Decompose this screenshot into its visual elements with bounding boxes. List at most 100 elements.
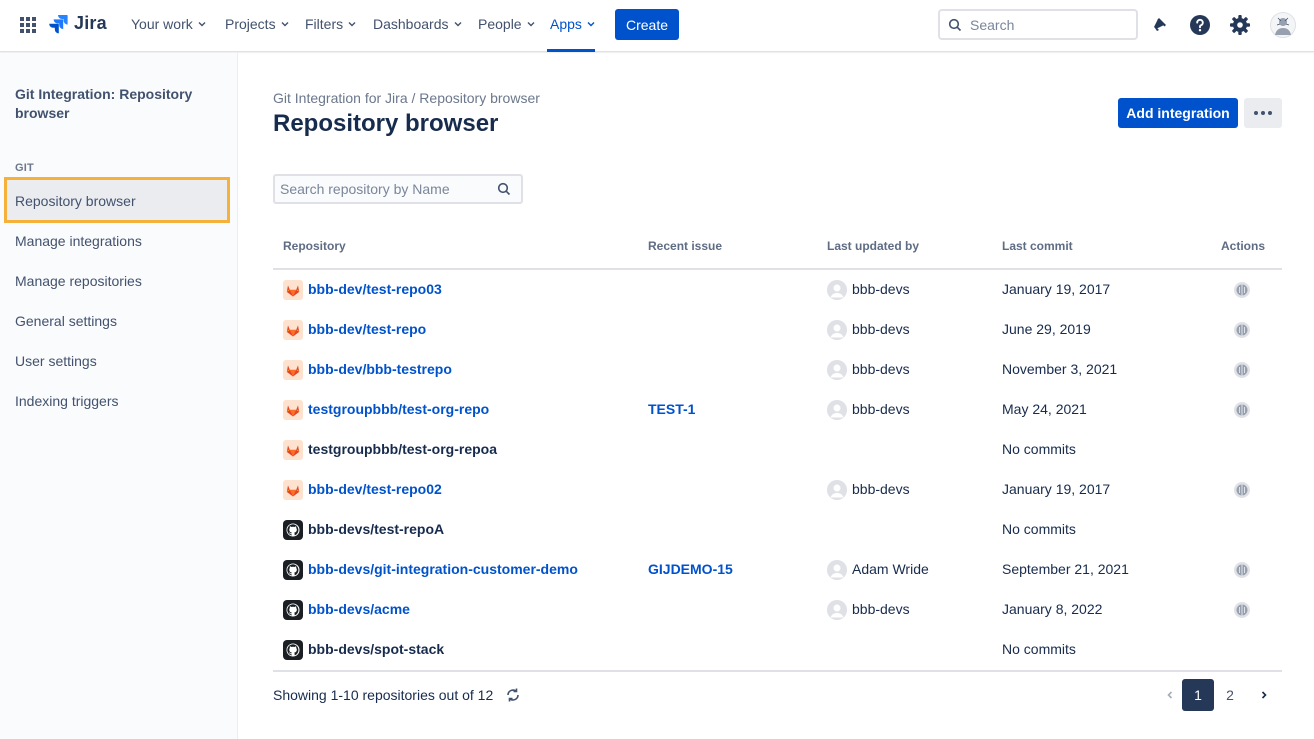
sidebar-section-git: GIT <box>15 162 34 174</box>
table-row: bbb-devs/spot-stack No commits <box>273 630 1282 670</box>
github-icon <box>283 600 303 620</box>
repository-action-icon[interactable] <box>1233 481 1251 499</box>
nav-label: Projects <box>225 16 276 32</box>
add-integration-button[interactable]: Add integration <box>1118 98 1238 128</box>
refresh-icon[interactable] <box>505 687 521 703</box>
profile-avatar[interactable] <box>1270 12 1296 38</box>
nav-apps[interactable]: Apps <box>550 16 596 32</box>
nav-filters[interactable]: Filters <box>305 16 357 32</box>
jira-logo[interactable]: Jira <box>48 13 107 34</box>
search-icon[interactable] <box>497 182 511 196</box>
sidebar-item-user-settings[interactable]: User settings <box>15 353 97 369</box>
chevron-down-icon <box>348 22 356 27</box>
table-row: bbb-devs/test-repoA No commits <box>273 510 1282 550</box>
pagination-page-2[interactable]: 2 <box>1214 679 1246 711</box>
pagination-previous-button[interactable] <box>1160 681 1180 709</box>
repository-name-link[interactable]: bbb-dev/test-repo <box>308 321 426 337</box>
last-updated-by: bbb-devs <box>852 281 910 297</box>
repository-name-link: testgroupbbb/test-org-repoa <box>308 441 497 457</box>
chevron-down-icon <box>587 22 595 27</box>
repository-name-link[interactable]: bbb-devs/acme <box>308 601 410 617</box>
column-header-last-updated-by[interactable]: Last updated by <box>827 239 919 253</box>
sidebar-item-manage-repositories[interactable]: Manage repositories <box>15 273 142 289</box>
nav-label: Dashboards <box>373 16 449 32</box>
user-avatar-icon <box>1275 17 1291 35</box>
repository-search-field[interactable] <box>273 174 523 204</box>
last-commit-date: No commits <box>1002 521 1076 537</box>
app-switcher-icon[interactable] <box>20 17 36 33</box>
user-avatar-icon <box>827 320 847 340</box>
nav-label: People <box>478 16 522 32</box>
nav-your-work[interactable]: Your work <box>131 16 207 32</box>
recent-issue-link[interactable]: TEST-1 <box>648 401 695 417</box>
sidebar-item-manage-integrations[interactable]: Manage integrations <box>15 233 142 249</box>
notifications-icon[interactable] <box>1149 14 1171 36</box>
last-updated-by: bbb-devs <box>852 321 910 337</box>
table-row: bbb-dev/test-repo03 bbb-devs January 19, 2… <box>273 270 1282 310</box>
gitlab-icon <box>283 400 303 420</box>
breadcrumb-parent-link[interactable]: Git Integration for Jira <box>273 90 408 106</box>
chevron-left-icon <box>1167 691 1173 699</box>
last-updated-by: Adam Wride <box>852 561 929 577</box>
global-search-input[interactable]: Search <box>938 9 1138 40</box>
page-title: Repository browser <box>273 110 499 137</box>
search-placeholder: Search <box>970 16 1015 33</box>
repository-name-link[interactable]: bbb-dev/test-repo02 <box>308 481 442 497</box>
breadcrumb-current[interactable]: Repository browser <box>419 90 540 106</box>
repository-name-link[interactable]: bbb-devs/git-integration-customer-demo <box>308 561 578 577</box>
chevron-down-icon <box>281 22 289 27</box>
jira-logo-icon <box>49 14 68 33</box>
sidebar-item-general-settings[interactable]: General settings <box>15 313 117 329</box>
help-icon[interactable] <box>1189 14 1211 36</box>
repository-name-link[interactable]: testgroupbbb/test-org-repo <box>308 401 489 417</box>
app-name: Jira <box>74 13 107 33</box>
repository-search-input[interactable] <box>280 181 490 197</box>
more-dot <box>1261 111 1265 115</box>
repository-action-icon[interactable] <box>1233 601 1251 619</box>
chevron-down-icon <box>527 22 535 27</box>
column-header-repository[interactable]: Repository <box>283 239 346 253</box>
last-updated-by: bbb-devs <box>852 601 910 617</box>
nav-label: Apps <box>550 16 582 32</box>
repository-action-icon[interactable] <box>1233 281 1251 299</box>
nav-dashboards[interactable]: Dashboards <box>373 16 463 32</box>
breadcrumb-separator: / <box>411 90 416 106</box>
active-nav-indicator <box>547 49 595 52</box>
gitlab-icon <box>283 280 303 300</box>
nav-projects[interactable]: Projects <box>225 16 290 32</box>
table-footer-divider <box>273 670 1282 672</box>
repository-action-icon[interactable] <box>1233 321 1251 339</box>
gitlab-icon <box>283 440 303 460</box>
pagination-summary: Showing 1-10 repositories out of 12 <box>273 687 494 703</box>
settings-gear-icon[interactable] <box>1229 14 1251 36</box>
last-updated-by: bbb-devs <box>852 481 910 497</box>
chevron-down-icon <box>454 22 461 27</box>
repository-action-icon[interactable] <box>1233 561 1251 579</box>
last-commit-date: May 24, 2021 <box>1002 401 1087 417</box>
last-updated-by: bbb-devs <box>852 361 910 377</box>
last-updated-by: bbb-devs <box>852 401 910 417</box>
sidebar-item-repository-browser[interactable]: Repository browser <box>15 193 136 209</box>
pagination-next-button[interactable] <box>1254 681 1274 709</box>
more-actions-button[interactable] <box>1244 98 1282 128</box>
recent-issue-link[interactable]: GIJDEMO-15 <box>648 561 733 577</box>
column-header-recent-issue[interactable]: Recent issue <box>648 239 722 253</box>
repository-name-link: bbb-devs/spot-stack <box>308 641 445 657</box>
nav-label: Your work <box>131 16 193 32</box>
pagination-page-1[interactable]: 1 <box>1182 679 1214 711</box>
repository-name-link[interactable]: bbb-dev/test-repo03 <box>308 281 442 297</box>
last-commit-date: January 8, 2022 <box>1002 601 1103 617</box>
last-commit-date: January 19, 2017 <box>1002 281 1111 297</box>
user-avatar-icon <box>827 480 847 500</box>
github-icon <box>283 520 303 540</box>
repository-action-icon[interactable] <box>1233 401 1251 419</box>
nav-people[interactable]: People <box>478 16 536 32</box>
column-header-last-commit[interactable]: Last commit <box>1002 239 1073 253</box>
table-row: bbb-dev/test-repo02 bbb-devs January 19, 2… <box>273 470 1282 510</box>
sidebar-item-indexing-triggers[interactable]: Indexing triggers <box>15 393 119 409</box>
last-commit-date: No commits <box>1002 441 1076 457</box>
repository-action-icon[interactable] <box>1233 361 1251 379</box>
create-button[interactable]: Create <box>615 9 679 40</box>
user-avatar-icon <box>827 280 847 300</box>
repository-name-link[interactable]: bbb-dev/bbb-testrepo <box>308 361 452 377</box>
